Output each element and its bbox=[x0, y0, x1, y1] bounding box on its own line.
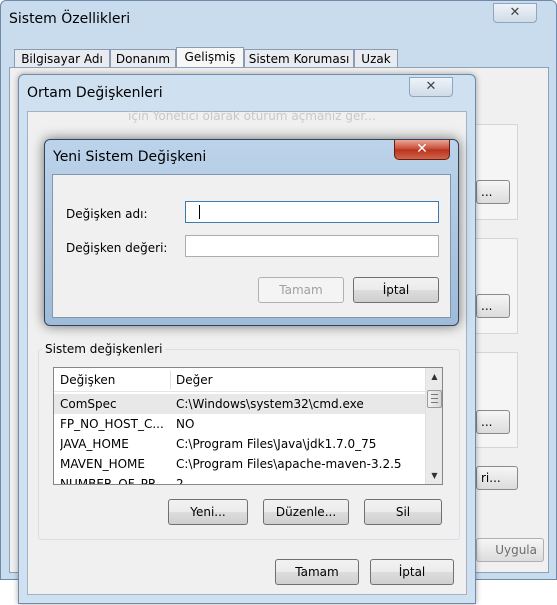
close-icon: ✕ bbox=[509, 5, 521, 20]
cancel-button[interactable]: İptal bbox=[353, 277, 439, 303]
variable-value: C:\Program Files\Java\jdk1.7.0_75 bbox=[176, 437, 377, 451]
delete-variable-button[interactable]: Sil bbox=[364, 499, 442, 525]
table-row[interactable]: FP_NO_HOST_C... NO bbox=[54, 414, 426, 434]
group-label: Sistem değişkenleri bbox=[45, 342, 163, 356]
background-group bbox=[470, 124, 518, 220]
table-row[interactable]: JAVA_HOME C:\Program Files\Java\jdk1.7.0… bbox=[54, 434, 426, 454]
close-icon: ✕ bbox=[425, 79, 437, 94]
close-icon: ✕ bbox=[416, 141, 428, 157]
column-header-value[interactable]: Değer bbox=[170, 368, 213, 392]
variable-name: JAVA_HOME bbox=[60, 437, 129, 451]
list-header: Değişken Değer bbox=[54, 368, 426, 392]
variable-name-input[interactable] bbox=[185, 201, 439, 223]
variable-name-label: Değişken adı: bbox=[66, 207, 148, 221]
settings-button[interactable]: ... bbox=[476, 180, 510, 204]
variable-name: NUMBER_OF_PR... bbox=[60, 477, 168, 485]
new-system-variable-dialog: Yeni Sistem Değişkeni ✕ Değişken adı: De… bbox=[44, 139, 459, 326]
system-variables-list[interactable]: Değişken Değer ComSpec C:\Windows\system… bbox=[53, 367, 443, 485]
variable-name: MAVEN_HOME bbox=[60, 457, 145, 471]
scroll-down-arrow-icon[interactable]: ▼ bbox=[426, 467, 442, 484]
variable-value: NO bbox=[176, 417, 195, 431]
scroll-up-arrow-icon[interactable]: ▲ bbox=[426, 368, 442, 385]
cancel-button[interactable]: İptal bbox=[370, 559, 454, 585]
settings-button[interactable]: ... bbox=[476, 410, 510, 434]
table-row[interactable]: ComSpec C:\Windows\system32\cmd.exe bbox=[54, 394, 426, 414]
variable-value-label: Değişken değeri: bbox=[66, 241, 168, 255]
variable-value: 2 bbox=[176, 477, 184, 485]
window-title: Ortam Değişkenleri bbox=[27, 85, 163, 101]
text-caret bbox=[199, 205, 200, 219]
window-title: Sistem Özellikleri bbox=[9, 11, 131, 27]
table-row[interactable]: MAVEN_HOME C:\Program Files\apache-maven… bbox=[54, 454, 426, 474]
column-header-variable[interactable]: Değişken bbox=[54, 368, 115, 392]
settings-button[interactable]: ... bbox=[476, 294, 510, 318]
tab-remote[interactable]: Uzak bbox=[354, 49, 398, 69]
close-button[interactable]: ✕ bbox=[394, 140, 450, 160]
scroll-thumb[interactable] bbox=[427, 390, 442, 408]
variable-value-input[interactable] bbox=[185, 235, 439, 257]
edit-variable-button[interactable]: Düzenle... bbox=[263, 499, 349, 525]
background-group bbox=[470, 238, 518, 334]
ok-button[interactable]: Tamam bbox=[258, 277, 344, 303]
variable-value: C:\Program Files\apache-maven-3.2.5 bbox=[176, 457, 402, 471]
user-variables-hint: için Yönetici olarak oturum açmanız ger.… bbox=[128, 109, 376, 123]
vertical-scrollbar[interactable]: ▲ ▼ bbox=[425, 368, 442, 484]
tab-hardware[interactable]: Donanım bbox=[110, 49, 176, 69]
tab-system-protection[interactable]: Sistem Koruması bbox=[244, 49, 354, 69]
dialog-panel: Değişken adı: Değişken değeri: Tamam İpt… bbox=[52, 174, 451, 318]
variable-name: ComSpec bbox=[60, 397, 117, 411]
new-variable-button[interactable]: Yeni... bbox=[168, 499, 248, 525]
tab-computer-name[interactable]: Bilgisayar Adı bbox=[14, 49, 110, 69]
table-row[interactable]: NUMBER_OF_PR... 2 bbox=[54, 474, 426, 485]
close-button[interactable]: ✕ bbox=[409, 77, 453, 97]
apply-button[interactable]: Uygula bbox=[476, 538, 544, 562]
environment-variables-button[interactable]: ri... bbox=[476, 466, 518, 490]
variable-value: C:\Windows\system32\cmd.exe bbox=[176, 397, 364, 411]
dialog-title: Yeni Sistem Değişkeni bbox=[53, 149, 207, 165]
variable-name: FP_NO_HOST_C... bbox=[60, 417, 164, 431]
ok-button[interactable]: Tamam bbox=[275, 559, 359, 585]
close-button[interactable]: ✕ bbox=[493, 3, 537, 23]
